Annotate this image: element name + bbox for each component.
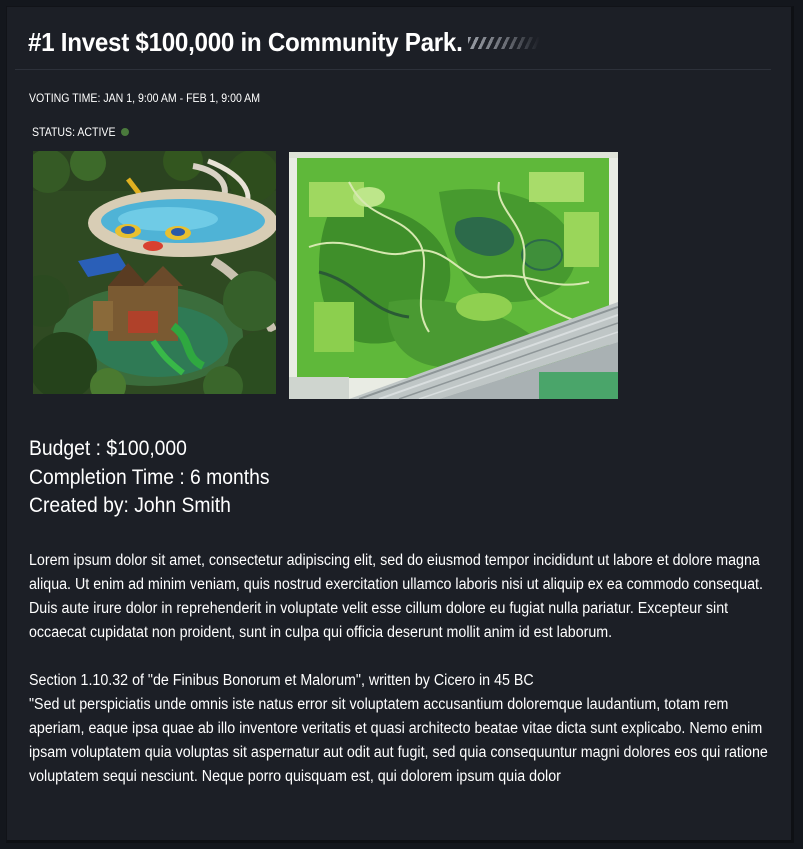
description-paragraph-1: Lorem ipsum dolor sit amet, consectetur …: [29, 552, 763, 641]
waterpark-photo[interactable]: [33, 151, 276, 394]
completion-time: Completion Time : 6 months: [29, 465, 270, 489]
proposal-card: #1 Invest $100,000 in Community Park. VO…: [6, 6, 794, 843]
status-label: STATUS: ACTIVE: [32, 125, 116, 139]
proposal-details: Budget : $100,000 Completion Time : 6 mo…: [29, 435, 270, 521]
created-by: Created by: John Smith: [29, 494, 231, 517]
description-paragraph-2: "Sed ut perspiciatis unde omnis iste nat…: [29, 696, 768, 785]
section-heading: Section 1.10.32 of "de Finibus Bonorum e…: [29, 672, 534, 689]
title-row: #1 Invest $100,000 in Community Park.: [28, 27, 495, 58]
proposal-title: #1 Invest $100,000 in Community Park.: [28, 27, 463, 57]
budget: Budget : $100,000: [29, 437, 187, 460]
title-divider: [15, 69, 771, 70]
proposal-description: Lorem ipsum dolor sit amet, consectetur …: [29, 549, 770, 789]
park-site-plan[interactable]: [289, 152, 618, 399]
status-active-dot-icon: [120, 128, 129, 136]
status-indicator: STATUS: ACTIVE: [32, 125, 129, 139]
title-stripes-decoration: [468, 37, 540, 49]
voting-time: VOTING TIME: JAN 1, 9:00 AM - FEB 1, 9:0…: [29, 91, 261, 105]
